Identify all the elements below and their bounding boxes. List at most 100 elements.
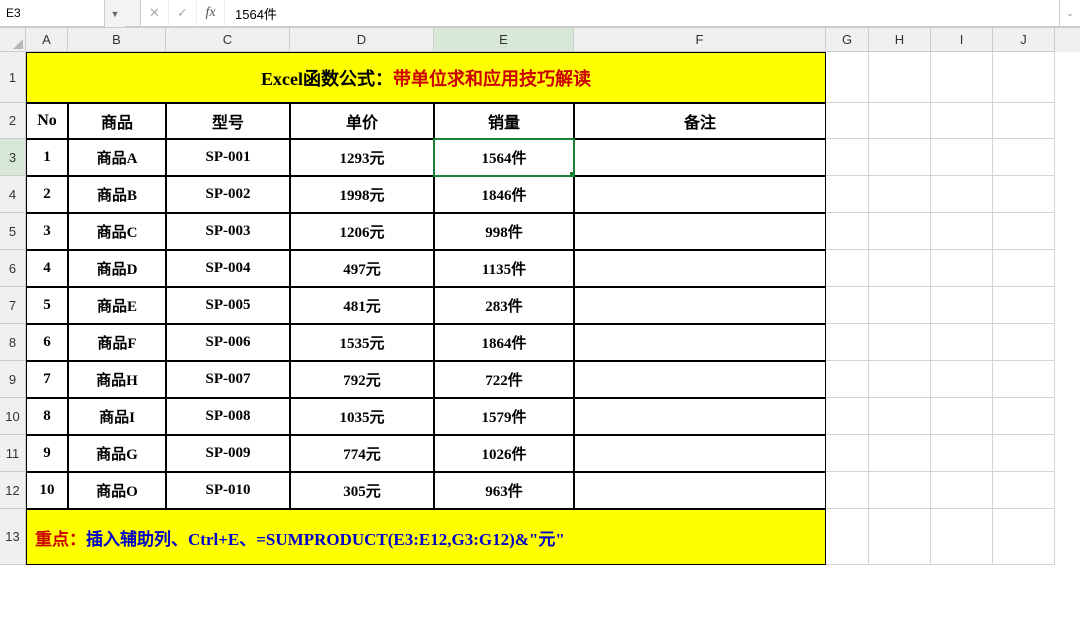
col-header-G[interactable]: G <box>826 28 869 52</box>
header-product[interactable]: 商品 <box>68 103 166 139</box>
row-header-1[interactable]: 1 <box>0 52 26 103</box>
cell-note-12[interactable] <box>574 472 826 509</box>
cell-no-12[interactable]: 10 <box>26 472 68 509</box>
cell-H2[interactable] <box>869 103 931 139</box>
cell-note-6[interactable] <box>574 250 826 287</box>
cell-H1[interactable] <box>869 52 931 103</box>
cell-no-10[interactable]: 8 <box>26 398 68 435</box>
cell-no-6[interactable]: 4 <box>26 250 68 287</box>
cell-note-5[interactable] <box>574 213 826 250</box>
cell-H3[interactable] <box>869 139 931 176</box>
cell-qty-6[interactable]: 1135件 <box>434 250 574 287</box>
cell-price-11[interactable]: 774元 <box>290 435 434 472</box>
cell-I13[interactable] <box>931 509 993 565</box>
cell-price-10[interactable]: 1035元 <box>290 398 434 435</box>
cell-I11[interactable] <box>931 435 993 472</box>
cell-H9[interactable] <box>869 361 931 398</box>
row-header-2[interactable]: 2 <box>0 103 26 139</box>
cell-note-8[interactable] <box>574 324 826 361</box>
header-no[interactable]: No <box>26 103 68 139</box>
cell-qty-3[interactable]: 1564件 <box>434 139 574 176</box>
cell-G5[interactable] <box>826 213 869 250</box>
cell-qty-9[interactable]: 722件 <box>434 361 574 398</box>
cell-J11[interactable] <box>993 435 1055 472</box>
row-header-7[interactable]: 7 <box>0 287 26 324</box>
col-header-B[interactable]: B <box>68 28 166 52</box>
row-header-8[interactable]: 8 <box>0 324 26 361</box>
cell-model-5[interactable]: SP-003 <box>166 213 290 250</box>
cell-model-11[interactable]: SP-009 <box>166 435 290 472</box>
cell-product-3[interactable]: 商品A <box>68 139 166 176</box>
cell-product-5[interactable]: 商品C <box>68 213 166 250</box>
cell-qty-11[interactable]: 1026件 <box>434 435 574 472</box>
header-qty[interactable]: 销量 <box>434 103 574 139</box>
formula-bar-expand-icon[interactable]: ⌄ <box>1060 0 1080 27</box>
cell-price-12[interactable]: 305元 <box>290 472 434 509</box>
cell-H13[interactable] <box>869 509 931 565</box>
cell-no-3[interactable]: 1 <box>26 139 68 176</box>
cell-product-10[interactable]: 商品I <box>68 398 166 435</box>
cancel-icon[interactable]: ✕ <box>141 0 169 26</box>
cell-no-11[interactable]: 9 <box>26 435 68 472</box>
cell-G10[interactable] <box>826 398 869 435</box>
cell-price-7[interactable]: 481元 <box>290 287 434 324</box>
cell-note-7[interactable] <box>574 287 826 324</box>
cell-product-7[interactable]: 商品E <box>68 287 166 324</box>
cell-G4[interactable] <box>826 176 869 213</box>
cell-G9[interactable] <box>826 361 869 398</box>
cell-G6[interactable] <box>826 250 869 287</box>
row-header-4[interactable]: 4 <box>0 176 26 213</box>
header-note[interactable]: 备注 <box>574 103 826 139</box>
cell-product-12[interactable]: 商品O <box>68 472 166 509</box>
col-header-C[interactable]: C <box>166 28 290 52</box>
row-header-11[interactable]: 11 <box>0 435 26 472</box>
cell-no-5[interactable]: 3 <box>26 213 68 250</box>
cell-model-7[interactable]: SP-005 <box>166 287 290 324</box>
cell-note-9[interactable] <box>574 361 826 398</box>
cell-G3[interactable] <box>826 139 869 176</box>
cell-H7[interactable] <box>869 287 931 324</box>
cell-J12[interactable] <box>993 472 1055 509</box>
cell-I7[interactable] <box>931 287 993 324</box>
cell-I8[interactable] <box>931 324 993 361</box>
header-price[interactable]: 单价 <box>290 103 434 139</box>
cell-J7[interactable] <box>993 287 1055 324</box>
formula-input[interactable]: 1564件 <box>225 0 1060 27</box>
enter-icon[interactable]: ✓ <box>169 0 197 26</box>
cell-J9[interactable] <box>993 361 1055 398</box>
col-header-I[interactable]: I <box>931 28 993 52</box>
cell-G11[interactable] <box>826 435 869 472</box>
cell-note-3[interactable] <box>574 139 826 176</box>
cell-qty-4[interactable]: 1846件 <box>434 176 574 213</box>
cell-J5[interactable] <box>993 213 1055 250</box>
cell-G12[interactable] <box>826 472 869 509</box>
cell-G1[interactable] <box>826 52 869 103</box>
cell-no-4[interactable]: 2 <box>26 176 68 213</box>
cell-G8[interactable] <box>826 324 869 361</box>
cell-model-12[interactable]: SP-010 <box>166 472 290 509</box>
cell-product-11[interactable]: 商品G <box>68 435 166 472</box>
cell-I5[interactable] <box>931 213 993 250</box>
cell-model-6[interactable]: SP-004 <box>166 250 290 287</box>
select-all-corner[interactable] <box>0 28 26 52</box>
cell-J13[interactable] <box>993 509 1055 565</box>
cell-H6[interactable] <box>869 250 931 287</box>
cell-H11[interactable] <box>869 435 931 472</box>
row-header-6[interactable]: 6 <box>0 250 26 287</box>
name-box[interactable]: E3 <box>0 0 105 27</box>
cell-H8[interactable] <box>869 324 931 361</box>
cell-model-4[interactable]: SP-002 <box>166 176 290 213</box>
cell-J4[interactable] <box>993 176 1055 213</box>
row-header-5[interactable]: 5 <box>0 213 26 250</box>
cell-J1[interactable] <box>993 52 1055 103</box>
cell-price-5[interactable]: 1206元 <box>290 213 434 250</box>
cell-I1[interactable] <box>931 52 993 103</box>
row-header-3[interactable]: 3 <box>0 139 26 176</box>
cell-qty-8[interactable]: 1864件 <box>434 324 574 361</box>
row-header-10[interactable]: 10 <box>0 398 26 435</box>
cell-I6[interactable] <box>931 250 993 287</box>
footer-cell[interactable]: 重点： 插入辅助列、Ctrl+E、=SUMPRODUCT(E3:E12,G3:G… <box>26 509 826 565</box>
cell-price-4[interactable]: 1998元 <box>290 176 434 213</box>
cell-product-6[interactable]: 商品D <box>68 250 166 287</box>
cell-price-3[interactable]: 1293元 <box>290 139 434 176</box>
